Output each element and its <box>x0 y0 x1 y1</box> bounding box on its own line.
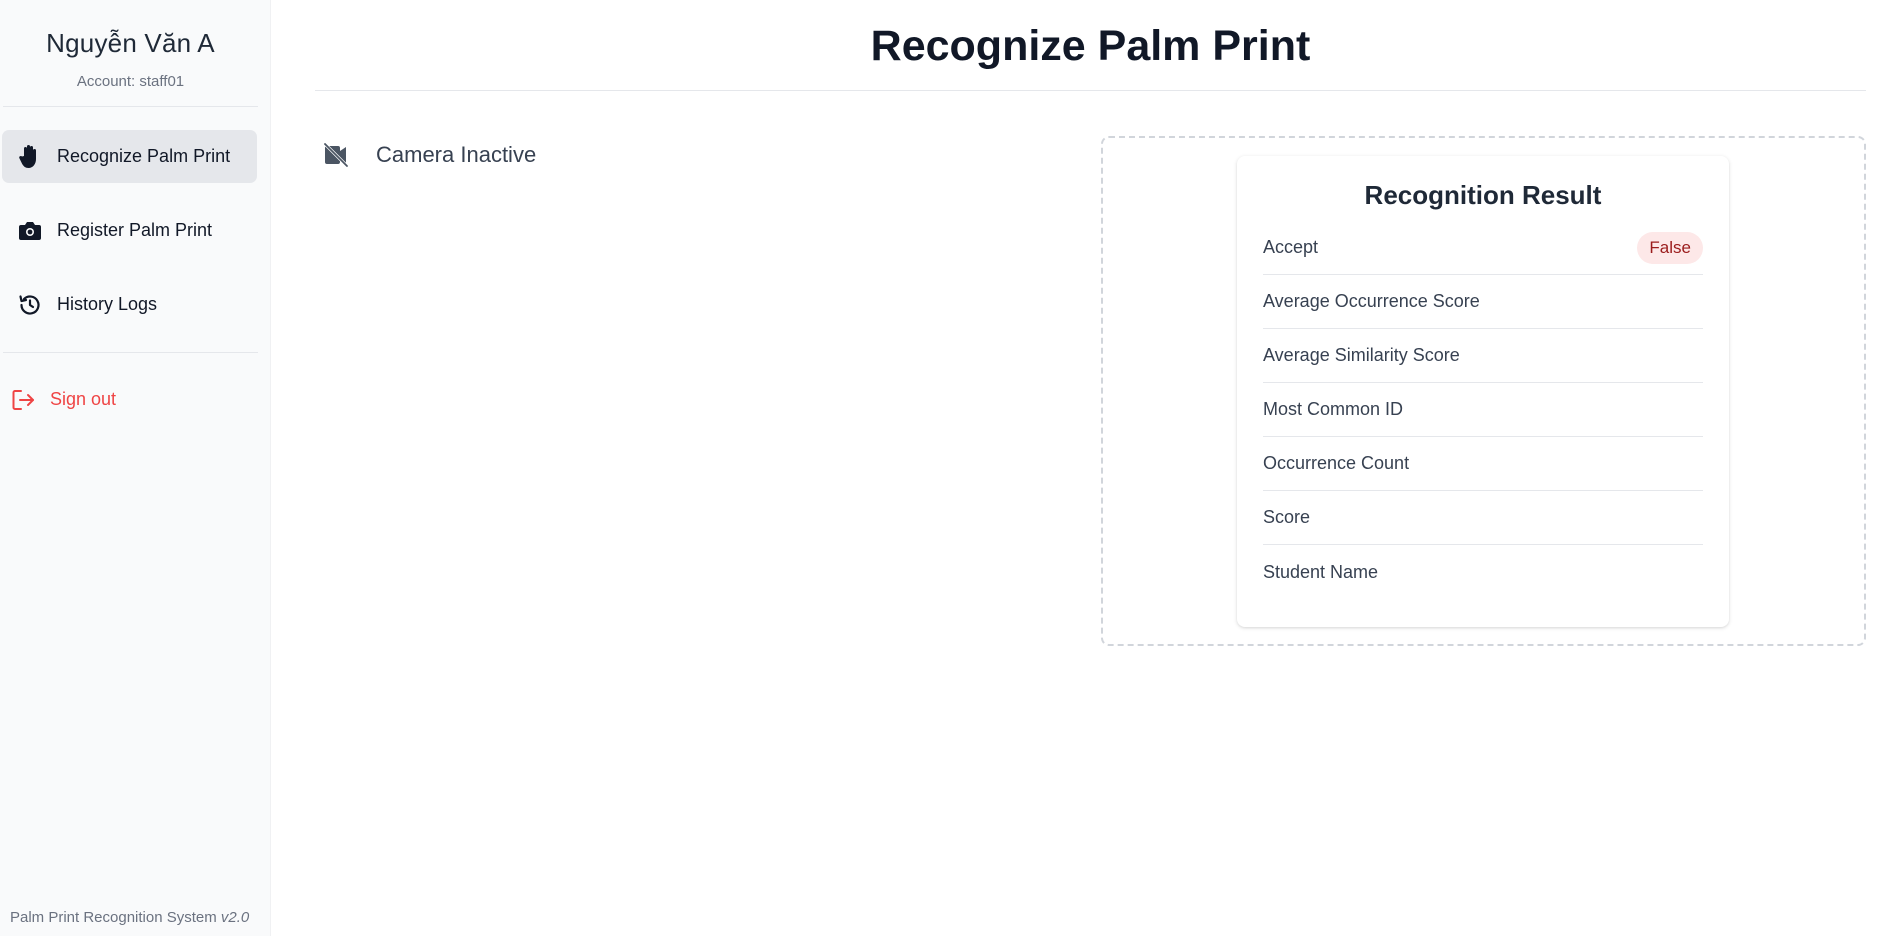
sidebar-divider <box>3 352 258 353</box>
result-card: Recognition Result Accept False Average … <box>1237 156 1729 627</box>
sidebar-item-label: Register Palm Print <box>57 220 213 240</box>
account-label: Account: staff01 <box>76 73 185 90</box>
result-zone: Recognition Result Accept False Average … <box>1101 136 1866 646</box>
camera-status: Camera Inactive <box>322 140 536 170</box>
hand-icon <box>16 143 44 171</box>
sidebar-item-recognize[interactable]: Recognize Palm Print <box>2 130 257 183</box>
result-label: Average Occurrence Score <box>1263 291 1480 311</box>
signout-label: Sign out <box>50 389 117 409</box>
result-row-student-name: Student Name <box>1263 545 1703 599</box>
camera-off-icon <box>322 140 352 170</box>
footer-version: v2.0 <box>220 909 250 926</box>
result-label: Occurrence Count <box>1263 453 1410 473</box>
result-row-accept: Accept False <box>1263 221 1703 275</box>
sidebar-nav: Recognize Palm Print Register Palm Print <box>0 107 270 331</box>
result-label: Most Common ID <box>1263 399 1404 419</box>
result-row-avg-similarity: Average Similarity Score <box>1263 329 1703 383</box>
user-name: Nguyễn Văn A <box>46 28 215 58</box>
app-footer: Palm Print Recognition System v2.0 <box>10 909 249 926</box>
accept-status-badge: False <box>1637 231 1703 264</box>
result-label: Accept <box>1263 237 1319 257</box>
history-icon <box>16 291 44 319</box>
camera-status-label: Camera Inactive <box>376 142 537 167</box>
sidebar-item-label: Recognize Palm Print <box>57 146 231 166</box>
camera-icon <box>16 217 44 245</box>
result-row-most-common-id: Most Common ID <box>1263 383 1703 437</box>
sidebar-item-label: History Logs <box>57 294 158 314</box>
result-label: Student Name <box>1263 561 1379 582</box>
signout-button[interactable]: Sign out <box>0 373 270 426</box>
title-divider <box>315 90 1866 91</box>
signout-icon <box>10 386 38 414</box>
result-label: Score <box>1263 507 1311 527</box>
page-title: Recognize Palm Print <box>870 22 1311 70</box>
result-title: Recognition Result <box>1364 180 1602 210</box>
result-row-score: Score <box>1263 491 1703 545</box>
sidebar: Nguyễn Văn A Account: staff01 Recognize … <box>0 0 271 936</box>
result-row-avg-occurrence: Average Occurrence Score <box>1263 275 1703 329</box>
user-profile: Nguyễn Văn A Account: staff01 <box>3 0 258 107</box>
result-row-occurrence-count: Occurrence Count <box>1263 437 1703 491</box>
footer-text: Palm Print Recognition System <box>10 909 217 926</box>
sidebar-item-register[interactable]: Register Palm Print <box>2 204 257 257</box>
result-label: Average Similarity Score <box>1263 345 1460 365</box>
sidebar-item-history[interactable]: History Logs <box>2 278 257 331</box>
